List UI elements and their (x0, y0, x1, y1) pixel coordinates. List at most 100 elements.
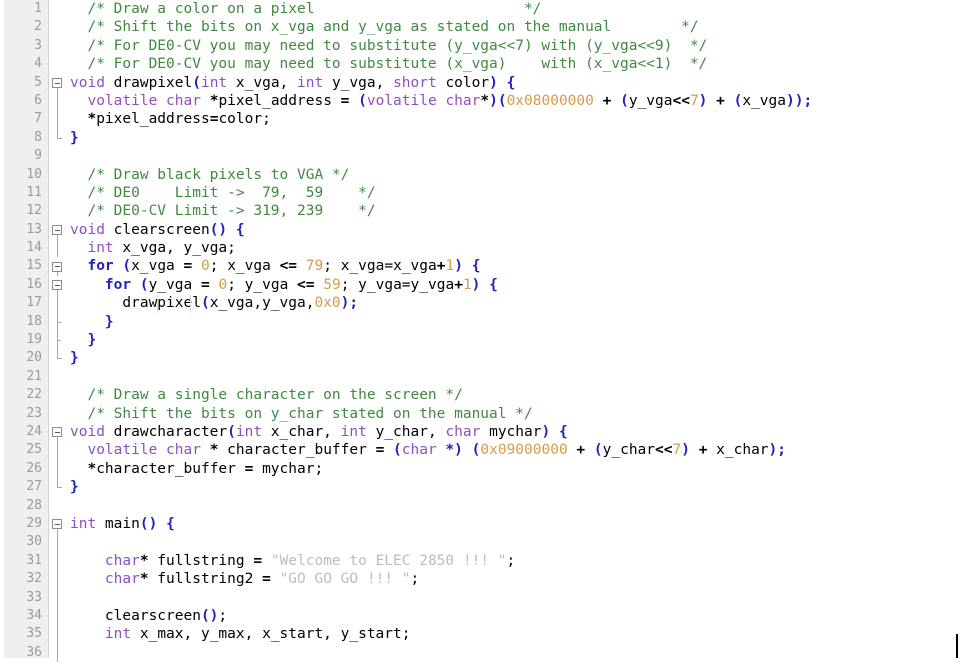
code-line[interactable]: /* Shift the bits on x_vga and y_vga as … (66, 18, 812, 36)
fold-row (49, 349, 66, 367)
code-line[interactable]: } (66, 349, 812, 367)
indent-guide (157, 295, 158, 314)
code-token: char (166, 442, 201, 459)
code-editor[interactable]: 1 2 3 4 5 6 7 8 9 10 11 12 13 14 15 16 17 18 19 20 21 22 23 24 2… (0, 0, 961, 662)
line-number: 5 (34, 74, 42, 90)
code-line[interactable]: /* DE0-CV Limit -> 319, 239 */ (66, 202, 812, 220)
code-line[interactable]: void drawcharacter(int x_char, int y_cha… (66, 423, 812, 441)
fold-row[interactable] (49, 257, 66, 277)
code-line[interactable] (66, 497, 812, 515)
code-line[interactable]: drawpixel(x_vga,y_vga,0x0); (66, 294, 812, 312)
code-line[interactable]: /* Draw a color on a pixel */ (66, 0, 812, 18)
code-token: ( (593, 442, 603, 459)
code-line[interactable]: /* Draw black pixels to VGA */ (66, 166, 812, 184)
code-line[interactable]: *character_buffer = mychar; (66, 460, 812, 478)
code-line[interactable]: int x_vga, y_vga; (66, 239, 812, 257)
code-line[interactable]: volatile char *pixel_address = (volatile… (66, 92, 812, 110)
code-token: y_vga, (323, 74, 394, 91)
fold-row (49, 312, 66, 332)
code-line[interactable]: /* Shift the bits on y_char stated on th… (66, 405, 812, 423)
code-line[interactable]: int x_max, y_max, x_start, y_start; (66, 625, 812, 643)
line-number: 4 (34, 56, 42, 72)
fold-row[interactable] (49, 423, 66, 442)
code-line[interactable]: for (y_vga = 0; y_vga <= 59; y_vga=y_vga… (66, 276, 812, 294)
code-line[interactable]: /* For DE0-CV you may need to substitute… (66, 37, 812, 55)
fold-collapse-icon[interactable] (52, 280, 62, 291)
fold-guide-line (57, 91, 58, 111)
code-line[interactable]: /* DE0 Limit -> 79, 59 */ (66, 184, 812, 202)
fold-guide-line (57, 588, 58, 607)
code-folding-margin[interactable] (49, 0, 66, 662)
code-token: y_vga (628, 92, 673, 109)
fold-row[interactable] (49, 276, 66, 295)
fold-collapse-icon[interactable] (52, 78, 62, 89)
code-line[interactable]: void clearscreen() { (66, 221, 812, 239)
line-number-gutter[interactable]: 1 2 3 4 5 6 7 8 9 10 11 12 13 14 15 16 17 18 19 20 21 22 23 24 2… (4, 0, 49, 660)
code-text-area[interactable]: /* Draw a color on a pixel */ /* Shift t… (66, 0, 961, 658)
fold-guide-line (57, 625, 58, 644)
code-line[interactable]: for (x_vga = 0; x_vga <= 79; x_vga=x_vga… (66, 257, 812, 275)
code-line[interactable]: void drawpixel(int x_vga, int y_vga, sho… (66, 74, 812, 92)
code-line[interactable] (66, 368, 812, 386)
line-number: 26 (26, 460, 42, 476)
code-line[interactable]: } (66, 478, 812, 496)
code-line[interactable]: *pixel_address=color; (66, 110, 812, 128)
code-line[interactable]: char* fullstring = "Welcome to ELEC 2850… (66, 552, 812, 570)
line-number: 31 (26, 552, 42, 568)
fold-collapse-icon[interactable] (52, 427, 62, 438)
code-line[interactable] (66, 147, 812, 165)
fold-row (49, 625, 66, 644)
code-token: ; y_vga=y_vga (340, 276, 455, 293)
code-token: /* Draw black pixels to VGA */ (87, 166, 350, 183)
code-token: /* Draw a single character on the screen… (87, 387, 463, 404)
fold-row (49, 91, 66, 111)
fold-row (49, 331, 66, 350)
code-line[interactable]: /* For DE0-CV you may need to substitute… (66, 55, 812, 73)
code-line[interactable]: char* fullstring2 = "GO GO GO !!! "; (66, 570, 812, 588)
fold-collapse-icon[interactable] (52, 519, 62, 530)
fold-collapse-icon[interactable] (52, 261, 62, 272)
fold-row (49, 110, 66, 129)
code-token: 7 (689, 92, 699, 109)
line-number: 1 (34, 1, 42, 16)
code-line[interactable]: volatile char * character_buffer = (char… (66, 441, 812, 459)
fold-row (49, 184, 66, 202)
code-line[interactable]: /* Draw a single character on the screen… (66, 386, 812, 404)
fold-row[interactable] (49, 74, 66, 93)
code-line[interactable]: clearscreen(); (66, 607, 812, 625)
fold-row[interactable] (49, 221, 66, 240)
code-line[interactable]: int main() { (66, 515, 812, 533)
code-line[interactable]: } (66, 313, 812, 331)
code-token: = (200, 276, 210, 293)
code-token: main (96, 515, 140, 532)
code-line[interactable] (66, 644, 812, 658)
fold-row (49, 497, 66, 515)
code-line[interactable] (66, 589, 812, 607)
code-line[interactable]: } (66, 331, 812, 349)
code-token: "Welcome to ELEC 2850 !!! " (270, 552, 507, 569)
fold-collapse-icon[interactable] (52, 225, 62, 236)
fold-branch-tick (57, 321, 61, 323)
code-token: for (104, 276, 132, 293)
code-line[interactable] (66, 533, 812, 551)
code-token: pixel_address (218, 92, 341, 109)
code-token: 79 (305, 258, 324, 275)
line-number: 12 (26, 203, 42, 219)
code-token: ) (489, 74, 498, 91)
code-token: pixel_address (96, 111, 210, 128)
fold-row[interactable] (49, 515, 66, 534)
code-line[interactable]: } (66, 129, 812, 147)
code-token: * (480, 92, 490, 109)
code-token: { (235, 221, 245, 238)
